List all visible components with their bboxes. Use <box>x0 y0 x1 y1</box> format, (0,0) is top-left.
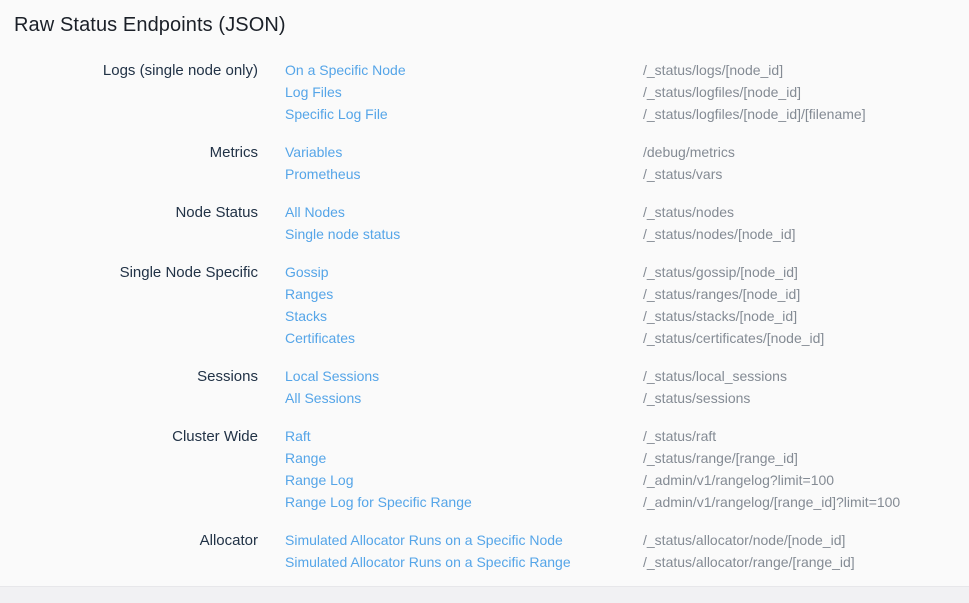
endpoint-row: Sessions Local Sessions /_status/local_s… <box>14 365 955 387</box>
endpoint-link[interactable]: Simulated Allocator Runs on a Specific N… <box>285 532 563 548</box>
endpoint-path: /_status/allocator/range/[range_id] <box>643 554 955 570</box>
endpoint-link[interactable]: Raft <box>285 428 311 444</box>
endpoint-path: /_status/gossip/[node_id] <box>643 264 955 280</box>
category-label: Cluster Wide <box>14 428 258 445</box>
endpoint-link[interactable]: On a Specific Node <box>285 62 406 78</box>
endpoint-link[interactable]: All Sessions <box>285 390 361 406</box>
page-title: Raw Status Endpoints (JSON) <box>14 12 955 38</box>
endpoint-link[interactable]: Single node status <box>285 226 400 242</box>
endpoint-row: Specific Log File /_status/logfiles/[nod… <box>14 103 955 125</box>
endpoint-path: /_status/stacks/[node_id] <box>643 308 955 324</box>
category-label: Metrics <box>14 144 258 161</box>
endpoint-row: Range Log /_admin/v1/rangelog?limit=100 <box>14 469 955 491</box>
category-label: Single Node Specific <box>14 264 258 281</box>
endpoint-row: Prometheus /_status/vars <box>14 163 955 185</box>
endpoint-row: Single Node Specific Gossip /_status/gos… <box>14 261 955 283</box>
endpoint-row: All Sessions /_status/sessions <box>14 387 955 409</box>
endpoint-row: Cluster Wide Raft /_status/raft <box>14 425 955 447</box>
endpoint-link[interactable]: Local Sessions <box>285 368 379 384</box>
endpoint-link[interactable]: Simulated Allocator Runs on a Specific R… <box>285 554 571 570</box>
endpoint-link[interactable]: Prometheus <box>285 166 360 182</box>
endpoint-row: Simulated Allocator Runs on a Specific R… <box>14 551 955 573</box>
endpoint-link[interactable]: Range <box>285 450 326 466</box>
category-label: Allocator <box>14 532 258 549</box>
endpoints-list: Logs (single node only) On a Specific No… <box>14 59 955 573</box>
endpoint-row: Range /_status/range/[range_id] <box>14 447 955 469</box>
category-label: Node Status <box>14 204 258 221</box>
endpoint-group: Logs (single node only) On a Specific No… <box>14 59 955 125</box>
endpoint-row: Ranges /_status/ranges/[node_id] <box>14 283 955 305</box>
endpoint-row: Logs (single node only) On a Specific No… <box>14 59 955 81</box>
endpoint-path: /_status/raft <box>643 428 955 444</box>
endpoint-row: Single node status /_status/nodes/[node_… <box>14 223 955 245</box>
endpoint-row: Stacks /_status/stacks/[node_id] <box>14 305 955 327</box>
endpoint-path: /_status/sessions <box>643 390 955 406</box>
endpoint-link[interactable]: Certificates <box>285 330 355 346</box>
endpoint-link[interactable]: All Nodes <box>285 204 345 220</box>
endpoint-link[interactable]: Ranges <box>285 286 333 302</box>
endpoint-path: /_status/logfiles/[node_id]/[filename] <box>643 106 955 122</box>
endpoint-path: /_status/local_sessions <box>643 368 955 384</box>
endpoint-link[interactable]: Range Log <box>285 472 354 488</box>
endpoint-row: Log Files /_status/logfiles/[node_id] <box>14 81 955 103</box>
category-label: Logs (single node only) <box>14 62 258 79</box>
endpoint-path: /_status/range/[range_id] <box>643 450 955 466</box>
endpoint-group: Single Node Specific Gossip /_status/gos… <box>14 261 955 349</box>
endpoint-row: Range Log for Specific Range /_admin/v1/… <box>14 491 955 513</box>
endpoint-row: Allocator Simulated Allocator Runs on a … <box>14 529 955 551</box>
endpoint-link[interactable]: Range Log for Specific Range <box>285 494 472 510</box>
endpoint-path: /_status/logs/[node_id] <box>643 62 955 78</box>
endpoint-path: /_status/vars <box>643 166 955 182</box>
endpoint-link[interactable]: Stacks <box>285 308 327 324</box>
endpoint-group: Cluster Wide Raft /_status/raft Range /_… <box>14 425 955 513</box>
endpoint-group: Metrics Variables /debug/metrics Prometh… <box>14 141 955 185</box>
endpoint-link[interactable]: Log Files <box>285 84 342 100</box>
endpoint-path: /_admin/v1/rangelog?limit=100 <box>643 472 955 488</box>
endpoint-path: /debug/metrics <box>643 144 955 160</box>
endpoint-path: /_status/nodes <box>643 204 955 220</box>
endpoint-row: Certificates /_status/certificates/[node… <box>14 327 955 349</box>
endpoint-group: Node Status All Nodes /_status/nodes Sin… <box>14 201 955 245</box>
endpoint-path: /_status/nodes/[node_id] <box>643 226 955 242</box>
endpoint-link[interactable]: Gossip <box>285 264 329 280</box>
raw-status-endpoints-page: Raw Status Endpoints (JSON) Logs (single… <box>0 0 969 573</box>
endpoint-group: Allocator Simulated Allocator Runs on a … <box>14 529 955 573</box>
endpoint-path: /_admin/v1/rangelog/[range_id]?limit=100 <box>643 494 955 510</box>
endpoint-path: /_status/allocator/node/[node_id] <box>643 532 955 548</box>
endpoint-path: /_status/logfiles/[node_id] <box>643 84 955 100</box>
endpoint-path: /_status/certificates/[node_id] <box>643 330 955 346</box>
category-label: Sessions <box>14 368 258 385</box>
endpoint-link[interactable]: Specific Log File <box>285 106 388 122</box>
endpoint-link[interactable]: Variables <box>285 144 342 160</box>
endpoint-row: Metrics Variables /debug/metrics <box>14 141 955 163</box>
endpoint-path: /_status/ranges/[node_id] <box>643 286 955 302</box>
endpoint-group: Sessions Local Sessions /_status/local_s… <box>14 365 955 409</box>
footer-strip <box>0 586 969 603</box>
endpoint-row: Node Status All Nodes /_status/nodes <box>14 201 955 223</box>
